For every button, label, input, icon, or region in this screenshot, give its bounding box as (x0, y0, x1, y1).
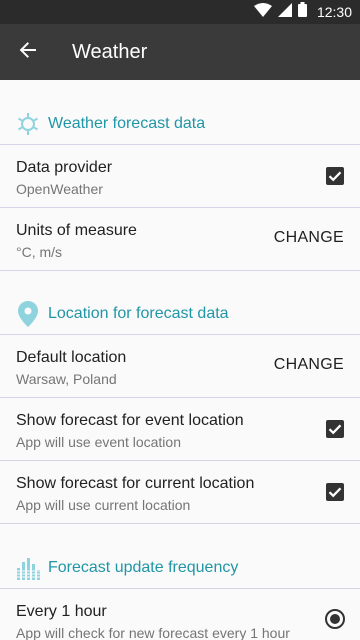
sun-icon (16, 112, 40, 136)
current-location-checkbox[interactable] (326, 483, 344, 501)
setting-row-units[interactable]: Units of measure °C, m/s CHANGE (0, 207, 360, 270)
setting-subtitle: °C, m/s (16, 244, 63, 260)
setting-subtitle: App will use current location (16, 497, 191, 513)
setting-row-current-location[interactable]: Show forecast for current location App w… (0, 460, 360, 523)
setting-subtitle: App will use event location (16, 434, 181, 450)
setting-title: Units of measure (16, 222, 137, 239)
section-title: Forecast update frequency (48, 559, 239, 576)
setting-title: Data provider (16, 159, 113, 176)
section-header-forecast-data: Weather forecast data (0, 100, 360, 148)
data-provider-checkbox[interactable] (326, 167, 344, 185)
setting-title: Default location (16, 349, 127, 366)
section-header-location: Location for forecast data (0, 290, 360, 338)
arrow-back-icon (19, 41, 37, 64)
setting-subtitle: App will check for new forecast every 1 … (16, 625, 290, 640)
setting-row-default-location[interactable]: Default location Warsaw, Poland CHANGE (0, 334, 360, 397)
setting-subtitle: Warsaw, Poland (16, 371, 117, 387)
status-icons: 12:30 (253, 0, 352, 24)
section-header-frequency: Forecast update frequency (0, 544, 360, 592)
page-title: Weather (72, 41, 148, 63)
change-location-button[interactable]: CHANGE (274, 356, 344, 374)
setting-subtitle: OpenWeather (16, 181, 103, 197)
every-hour-radio[interactable] (325, 609, 345, 629)
setting-title: Every 1 hour (16, 603, 107, 620)
setting-title: Show forecast for event location (16, 412, 244, 429)
setting-row-event-location[interactable]: Show forecast for event location App wil… (0, 397, 360, 460)
event-location-checkbox[interactable] (326, 420, 344, 438)
location-pin-icon (16, 301, 40, 327)
settings-list[interactable]: Weather forecast data Data provider Open… (0, 80, 360, 640)
section-title: Weather forecast data (48, 115, 206, 132)
change-units-button[interactable]: CHANGE (274, 229, 344, 247)
wifi-icon (253, 2, 272, 22)
back-button[interactable] (12, 36, 44, 68)
app-bar: Weather (0, 24, 360, 80)
status-time: 12:30 (316, 4, 352, 20)
equalizer-icon (16, 556, 40, 580)
setting-row-every-hour[interactable]: Every 1 hour App will check for new fore… (0, 588, 360, 640)
section-title: Location for forecast data (48, 305, 229, 322)
signal-icon (277, 2, 292, 22)
status-bar: 12:30 (0, 0, 360, 24)
divider (0, 523, 360, 524)
setting-title: Show forecast for current location (16, 475, 255, 492)
setting-row-data-provider[interactable]: Data provider OpenWeather (0, 144, 360, 207)
battery-icon (297, 2, 307, 22)
divider (0, 270, 360, 271)
radio-selected-dot (330, 614, 340, 624)
